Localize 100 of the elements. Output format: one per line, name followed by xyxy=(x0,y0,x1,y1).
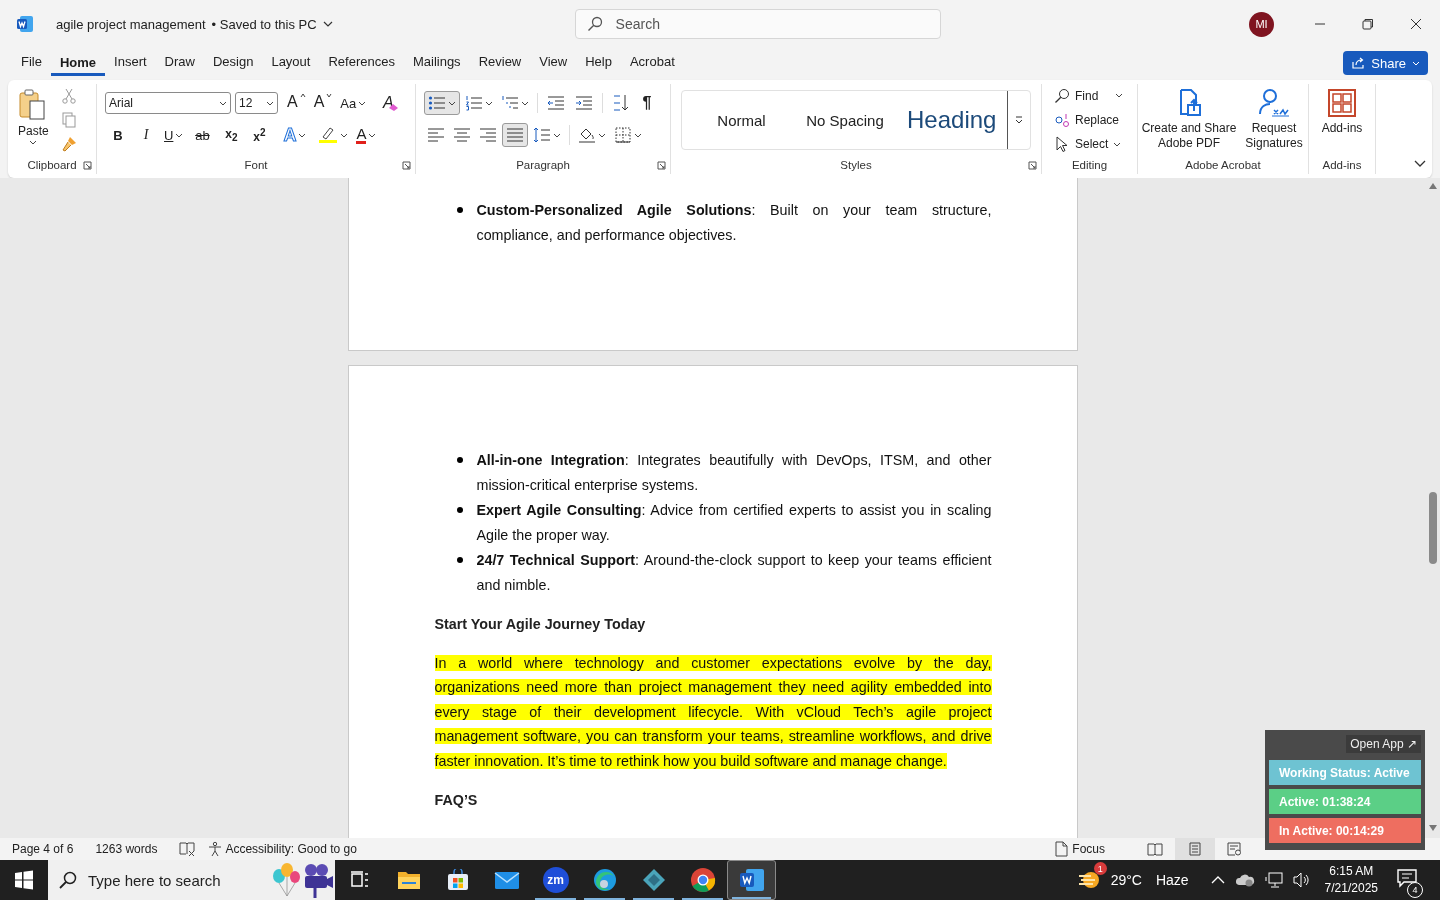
taskbar-search-field[interactable]: Type here to search xyxy=(48,860,335,900)
proofing-icon[interactable] xyxy=(179,842,196,856)
shrink-font-button[interactable]: A xyxy=(310,91,336,115)
dialog-launcher-icon[interactable] xyxy=(83,161,92,170)
web-page-icon xyxy=(1227,842,1243,856)
text-effects-button[interactable]: A xyxy=(280,123,310,147)
find-button[interactable]: Find xyxy=(1054,84,1124,108)
edge-icon[interactable] xyxy=(591,867,618,893)
caret-icon xyxy=(553,132,561,138)
style-option[interactable]: No Spacing xyxy=(789,111,901,129)
store-icon[interactable] xyxy=(446,869,469,891)
alignment-button[interactable] xyxy=(502,123,528,147)
show-formatting-marks-button[interactable]: ¶ xyxy=(636,91,658,115)
add-ins-button[interactable]: Add-ins xyxy=(1311,88,1373,136)
network-icon[interactable] xyxy=(1264,872,1283,888)
open-app-button[interactable]: Open App ↗ xyxy=(1346,735,1421,753)
style-option[interactable]: Heading xyxy=(901,106,997,134)
notifications-icon[interactable] xyxy=(1396,868,1418,888)
menu-tab[interactable]: Acrobat xyxy=(620,50,684,76)
running-indicator xyxy=(633,898,674,900)
dialog-launcher-icon[interactable] xyxy=(402,161,411,170)
caret-icon xyxy=(266,100,274,106)
caret-icon xyxy=(598,132,606,138)
dialog-launcher-icon[interactable] xyxy=(657,161,666,170)
group-label: Font xyxy=(244,159,268,171)
underline-button[interactable]: U xyxy=(161,123,187,147)
collapse-ribbon-icon[interactable] xyxy=(1414,160,1426,168)
strikethrough-button[interactable]: ab xyxy=(188,123,217,147)
scroll-up-icon[interactable] xyxy=(1427,182,1438,190)
word-count[interactable]: 1263 words xyxy=(95,842,158,856)
bullet-icon xyxy=(456,507,463,514)
page-count[interactable]: Page 4 of 6 xyxy=(12,842,74,856)
menu-tab[interactable]: View xyxy=(530,50,577,76)
menu-tab[interactable]: Review xyxy=(469,50,531,76)
increase-indent-icon[interactable] xyxy=(575,95,593,111)
cloud-icon[interactable] xyxy=(1234,873,1255,887)
volume-icon[interactable] xyxy=(1292,872,1311,888)
search-field[interactable]: Search xyxy=(574,9,941,39)
dialog-launcher-icon[interactable] xyxy=(1028,161,1037,170)
replace-button[interactable]: Replace xyxy=(1054,108,1120,132)
italic-button[interactable]: I xyxy=(133,123,159,147)
start-icon[interactable] xyxy=(14,870,34,890)
chevron-up-icon[interactable] xyxy=(1210,876,1225,884)
superscript-button[interactable]: x$^{2}$ xyxy=(246,123,273,147)
task-view-icon[interactable] xyxy=(349,871,370,889)
decrease-indent-icon[interactable] xyxy=(547,95,565,111)
accessibility-icon xyxy=(207,841,224,857)
book-icon xyxy=(1147,842,1163,856)
caret-icon xyxy=(298,132,307,138)
style-option[interactable]: Normal xyxy=(694,111,789,129)
chevron-down-icon[interactable] xyxy=(322,21,333,27)
font-family-field[interactable]: Arial xyxy=(105,92,231,114)
save-status[interactable]: • Saved to this PC xyxy=(211,16,317,32)
grow-font-button[interactable]: A xyxy=(284,91,309,115)
caret-icon xyxy=(326,93,333,98)
clock-time[interactable]: 6:15 AM xyxy=(1329,863,1374,880)
zoom-app-icon[interactable]: zm xyxy=(542,867,569,893)
select-button[interactable]: Select xyxy=(1054,132,1122,156)
menu-tab[interactable]: Help xyxy=(576,50,621,76)
scroll-down-icon[interactable] xyxy=(1427,824,1438,832)
menu-tab[interactable]: File xyxy=(12,50,51,76)
menu-tab[interactable]: References xyxy=(319,50,404,76)
section-heading: FAQ’S xyxy=(434,790,479,810)
menu-tab[interactable]: Design xyxy=(203,50,263,76)
group-label: Add-ins xyxy=(1322,159,1362,171)
font-color-button[interactable]: A xyxy=(353,123,380,147)
section-heading: Start Your Agile Journey Today xyxy=(434,614,647,634)
paste-button[interactable]: Paste xyxy=(18,86,49,145)
bold-button[interactable]: B xyxy=(105,123,131,147)
request-signatures-button[interactable]: Request Signatures xyxy=(1241,88,1307,151)
word-app-icon[interactable] xyxy=(738,868,765,892)
weather-condition[interactable]: Haze xyxy=(1155,872,1189,888)
focus-button[interactable]: Focus xyxy=(1054,841,1105,857)
person-signature-icon xyxy=(1258,88,1290,118)
subscript-button[interactable]: x$_{2}$ xyxy=(218,123,245,147)
change-case-button[interactable]: Aa xyxy=(337,91,370,115)
menu-tab[interactable]: Draw xyxy=(155,50,204,76)
accessibility-status[interactable]: Accessibility: Good to go xyxy=(207,841,357,857)
clock-date[interactable]: 7/21/2025 xyxy=(1324,880,1378,897)
paint-bucket-icon xyxy=(578,126,596,144)
menu-tab[interactable]: Layout xyxy=(262,50,320,76)
create-pdf-button[interactable]: Create and Share Adobe PDF xyxy=(1139,88,1239,151)
share-button[interactable]: Share xyxy=(1343,51,1428,75)
menu-tab[interactable]: Insert xyxy=(105,50,156,76)
mail-icon[interactable] xyxy=(493,870,520,890)
bullet-icon xyxy=(456,457,463,463)
bullets-button[interactable] xyxy=(424,91,460,115)
user-avatar[interactable]: MI xyxy=(1249,11,1274,37)
menu-tab[interactable]: Home xyxy=(50,50,106,76)
bullet-list-icon xyxy=(428,95,446,111)
folder-icon[interactable] xyxy=(396,870,421,890)
minimize-icon xyxy=(1314,23,1326,25)
temperature[interactable]: 29°C xyxy=(1110,872,1142,888)
paintbrush-icon[interactable] xyxy=(60,136,77,152)
menu-tab[interactable]: Mailings xyxy=(403,50,470,76)
diamond-app-icon[interactable] xyxy=(641,868,666,892)
font-size-field[interactable]: 12 xyxy=(235,92,278,114)
chrome-icon[interactable] xyxy=(689,867,716,893)
sort-icon[interactable] xyxy=(612,94,630,112)
scrollbar-thumb[interactable] xyxy=(1428,492,1437,564)
